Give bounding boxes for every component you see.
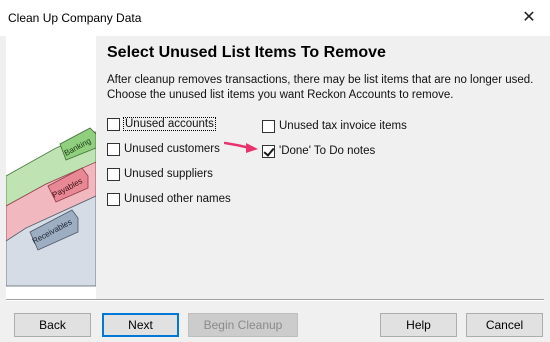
annotation-arrow-icon [224,141,258,153]
unused-customers-checkbox[interactable] [107,142,120,156]
button-separator [6,299,544,301]
cancel-button[interactable]: Cancel [466,313,543,337]
unused-accounts-label: Unused accounts [123,117,216,131]
done-todo-notes-option[interactable]: 'Done' To Do notes [262,142,375,160]
unused-tax-invoice-items-label: Unused tax invoice items [279,120,407,132]
page-description: After cleanup removes transactions, ther… [107,74,534,101]
dialog-body: Banking Payables Receivables Select Unus… [0,36,550,342]
page-heading: Select Unused List Items To Remove [107,44,386,61]
window-title: Clean Up Company Data [8,11,142,25]
unused-other-names-label: Unused other names [124,193,231,205]
unused-other-names-checkbox[interactable] [107,192,120,206]
unused-tax-invoice-items-option[interactable]: Unused tax invoice items [262,117,407,135]
done-todo-notes-label: 'Done' To Do notes [279,145,376,157]
unused-other-names-option[interactable]: Unused other names [107,190,231,208]
help-button[interactable]: Help [380,313,457,337]
unused-tax-invoice-items-checkbox[interactable] [262,119,275,133]
unused-customers-option[interactable]: Unused customers [107,140,220,158]
title-bar: Clean Up Company Data ✕ [0,0,550,36]
unused-suppliers-label: Unused suppliers [124,168,213,180]
unused-accounts-checkbox[interactable] [107,117,120,131]
unused-suppliers-option[interactable]: Unused suppliers [107,165,213,183]
next-button[interactable]: Next [102,313,179,337]
close-button[interactable]: ✕ [514,4,544,30]
unused-suppliers-checkbox[interactable] [107,167,120,181]
done-todo-notes-checkbox[interactable] [262,144,275,158]
unused-accounts-option[interactable]: Unused accounts [107,115,216,133]
folder-tabs-illustration: Banking Payables Receivables [6,36,96,300]
close-icon: ✕ [522,9,536,26]
begin-cleanup-button[interactable]: Begin Cleanup [188,313,298,337]
back-button[interactable]: Back [14,313,91,337]
unused-customers-label: Unused customers [124,143,220,155]
